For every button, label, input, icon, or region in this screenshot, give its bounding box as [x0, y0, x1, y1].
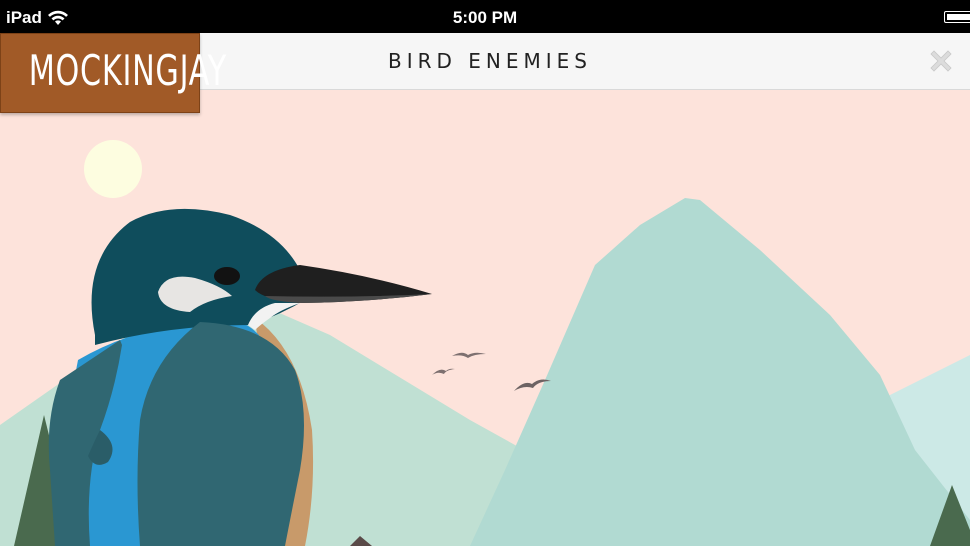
eye — [214, 267, 240, 285]
kingfisher-illustration — [0, 90, 970, 546]
close-button[interactable] — [926, 46, 956, 76]
sun — [84, 140, 142, 198]
brand-name: MOCKINGJAY — [28, 46, 227, 95]
status-time: 5:00 PM — [452, 8, 518, 27]
brand-logo[interactable]: MOCKINGJAY — [0, 33, 227, 113]
close-icon — [930, 50, 952, 72]
status-bar: iPad 5:00 PM — [0, 0, 970, 33]
battery-icon — [944, 11, 970, 23]
